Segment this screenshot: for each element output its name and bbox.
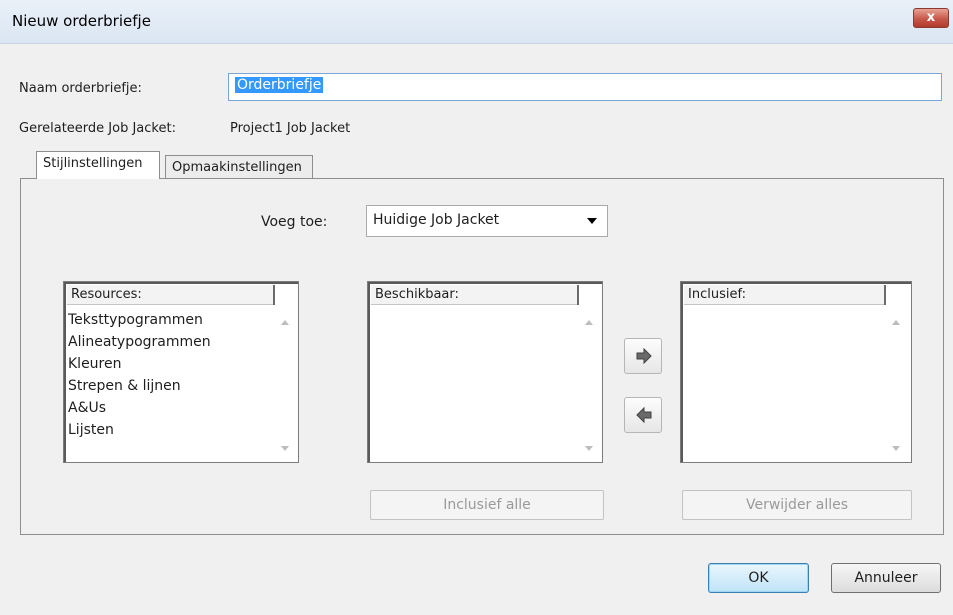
column-divider [273, 285, 275, 305]
list-item[interactable]: Teksttypogrammen [68, 312, 203, 328]
name-label: Naam orderbriefje: [19, 81, 142, 96]
scroll-up-icon [892, 320, 900, 325]
list-item[interactable]: Alineatypogrammen [68, 334, 211, 350]
name-input-value: Orderbriefje [235, 77, 324, 93]
included-list[interactable]: Inclusief: [680, 281, 912, 463]
close-icon: x [926, 10, 936, 25]
add-to-included-button[interactable] [624, 338, 662, 374]
window-title: Nieuw orderbriefje [12, 12, 151, 30]
list-item[interactable]: A&Us [68, 400, 106, 416]
scroll-down-icon [281, 446, 289, 451]
available-header: Beschikbaar: [371, 285, 577, 305]
related-label: Gerelateerde Job Jacket: [19, 121, 176, 136]
tab-label: Opmaakinstellingen [172, 160, 302, 175]
scroll-up-icon [281, 320, 289, 325]
list-item[interactable]: Kleuren [68, 356, 122, 372]
ok-button[interactable]: OK [708, 563, 809, 593]
remove-from-included-button[interactable] [624, 397, 662, 433]
scroll-down-icon [585, 446, 593, 451]
scrollbar[interactable] [885, 306, 907, 460]
related-value: Project1 Job Jacket [230, 121, 351, 136]
include-all-button[interactable]: Inclusief alle [370, 490, 604, 520]
add-label: Voeg toe: [261, 214, 328, 230]
list-item[interactable]: Lijsten [68, 422, 114, 438]
scrollbar[interactable] [274, 306, 296, 460]
tab-opmaakinstellingen[interactable]: Opmaakinstellingen [165, 155, 313, 179]
column-divider [577, 285, 579, 305]
column-divider [884, 285, 886, 305]
tab-stijlinstellingen[interactable]: Stijlinstellingen [36, 151, 160, 179]
arrow-left-icon [636, 406, 652, 424]
available-list[interactable]: Beschikbaar: [367, 281, 603, 463]
tab-label: Stijlinstellingen [43, 156, 143, 171]
add-source-select[interactable]: Huidige Job Jacket [366, 205, 608, 237]
name-input[interactable]: Orderbriefje [228, 73, 942, 101]
cancel-button[interactable]: Annuleer [831, 563, 941, 593]
arrow-right-icon [636, 347, 652, 365]
add-source-value: Huidige Job Jacket [373, 212, 500, 228]
list-item[interactable]: Strepen & lijnen [68, 378, 181, 394]
scroll-down-icon [892, 446, 900, 451]
close-button[interactable]: x [913, 8, 949, 28]
remove-all-button[interactable]: Verwijder alles [682, 490, 912, 520]
scroll-up-icon [585, 320, 593, 325]
scrollbar[interactable] [578, 306, 600, 460]
title-bar: Nieuw orderbriefje x [0, 0, 953, 44]
included-header: Inclusief: [684, 285, 884, 305]
resources-header: Resources: [67, 285, 273, 305]
chevron-down-icon [587, 218, 597, 224]
resources-list[interactable]: Resources: Teksttypogrammen Alineatypogr… [63, 281, 299, 463]
